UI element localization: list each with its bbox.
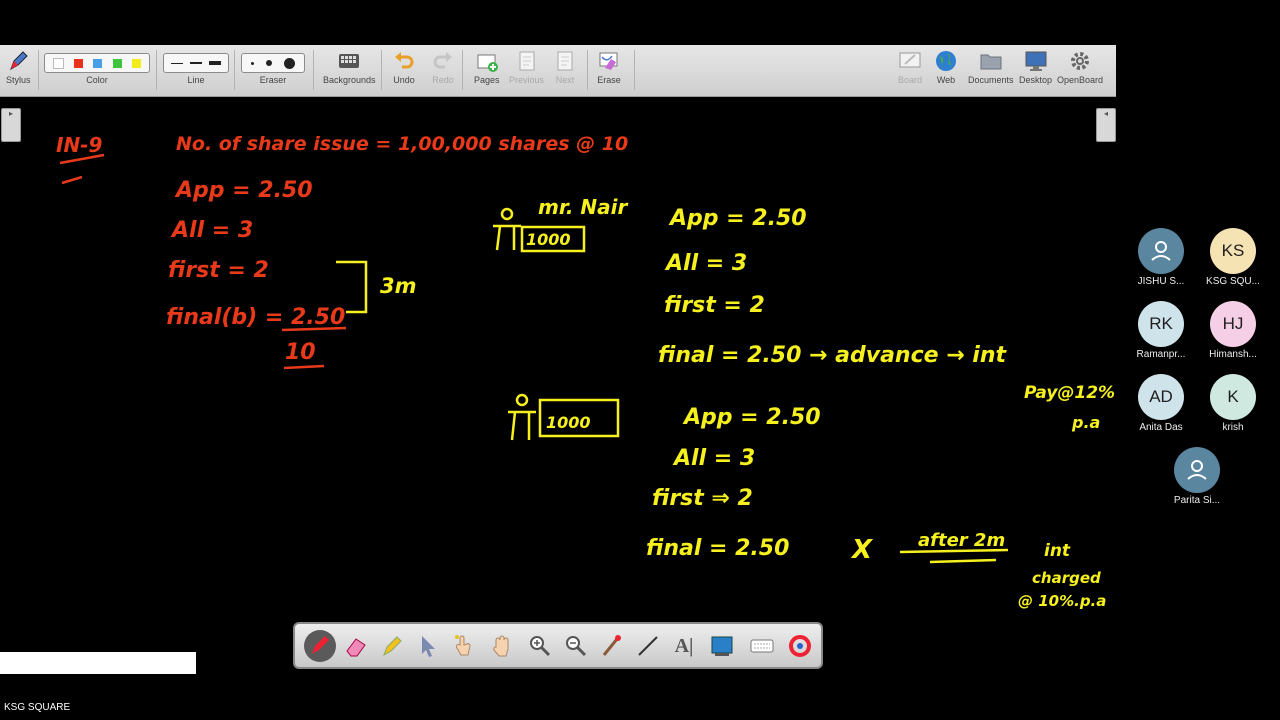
- laser-pointer-icon[interactable]: [599, 633, 625, 659]
- blank-panel: [0, 652, 196, 674]
- h2-note-rate: @ 10%.p.a: [1018, 592, 1106, 610]
- participant-name: KSG SQU...: [1206, 276, 1260, 287]
- holder2-shares: 1000: [546, 413, 591, 432]
- holder1-name: mr. Nair: [538, 195, 629, 219]
- label-underline-2: [61, 175, 83, 185]
- participant-name: JISHU S...: [1137, 276, 1185, 287]
- h1-app-line: App = 2.50: [668, 206, 807, 231]
- participant-tile[interactable]: KS KSG SQU...: [1194, 228, 1272, 287]
- avatar: KS: [1210, 228, 1256, 274]
- red-all-line: All = 3: [170, 218, 253, 243]
- red-first-line: first = 2: [168, 258, 269, 283]
- virtual-keyboard-icon[interactable]: [749, 633, 775, 659]
- participant-tile[interactable]: K krish: [1194, 374, 1272, 433]
- person-icon: [1187, 460, 1207, 480]
- openboard-logo-icon[interactable]: [787, 633, 813, 659]
- interact-hand-icon[interactable]: [451, 633, 477, 659]
- h1-all-line: All = 3: [664, 251, 747, 276]
- participant-tile[interactable]: HJ Himansh...: [1194, 301, 1272, 360]
- h2-after-note: after 2m: [918, 530, 1005, 551]
- h2-after-underline-2: [929, 558, 997, 564]
- red-total-underline: [283, 364, 325, 370]
- avatar: RK: [1138, 301, 1184, 347]
- capture-icon[interactable]: [709, 633, 735, 659]
- zoom-out-icon[interactable]: [563, 633, 589, 659]
- red-total: 10: [285, 340, 316, 365]
- line-tool-icon[interactable]: [635, 633, 661, 659]
- avatar: [1174, 447, 1220, 493]
- h1-final-line: final = 2.50 → advance → int: [658, 343, 1008, 368]
- participant-name: krish: [1222, 422, 1244, 433]
- h1-note-pa: p.a: [1071, 413, 1100, 432]
- h2-all-line: All = 3: [672, 446, 755, 471]
- avatar: K: [1210, 374, 1256, 420]
- eraser-icon[interactable]: [343, 633, 369, 659]
- text-tool-icon[interactable]: A|: [671, 633, 697, 659]
- question-label: IN-9: [56, 133, 102, 157]
- floating-toolbar: A|: [293, 622, 823, 669]
- person-icon: [1151, 241, 1171, 261]
- h2-cross-mark: X: [850, 535, 874, 565]
- h1-first-line: first = 2: [664, 293, 765, 318]
- participant-name: Himansh...: [1209, 349, 1257, 360]
- holder1-figure-head: [500, 207, 514, 221]
- participant-tile[interactable]: JISHU S...: [1122, 228, 1200, 287]
- bracket-note: 3m: [380, 274, 417, 298]
- participant-tile[interactable]: AD Anita Das: [1122, 374, 1200, 433]
- holder2-figure-body: [508, 410, 536, 441]
- red-app-line: App = 2.50: [174, 178, 313, 203]
- highlighter-icon[interactable]: [379, 633, 405, 659]
- h2-note-int: int: [1044, 541, 1071, 561]
- h1-note-rate: Pay@12%: [1024, 383, 1115, 403]
- participant-name: Ramanpr...: [1136, 349, 1186, 360]
- pen-icon[interactable]: [303, 629, 337, 663]
- footer-label: KSG SQUARE: [4, 702, 71, 713]
- pan-hand-icon[interactable]: [489, 633, 515, 659]
- zoom-in-icon[interactable]: [527, 633, 553, 659]
- avatar: HJ: [1210, 301, 1256, 347]
- pointer-arrow-icon[interactable]: [415, 633, 441, 659]
- participant-name: Parita Si...: [1173, 495, 1221, 506]
- h2-final-line: final = 2.50: [646, 536, 789, 561]
- red-final-line: final(b) = 2.50: [166, 305, 345, 330]
- h2-after-underline: [899, 548, 1009, 554]
- holder2-figure-head: [515, 393, 529, 407]
- h2-note-charged: charged: [1032, 569, 1101, 587]
- h2-first-line: first ⇒ 2: [652, 486, 753, 511]
- avatar: AD: [1138, 374, 1184, 420]
- h2-app-line: App = 2.50: [682, 405, 821, 430]
- holder1-shares: 1000: [526, 230, 571, 249]
- participant-tile[interactable]: RK Ramanpr...: [1122, 301, 1200, 360]
- holder1-figure-body: [493, 224, 521, 251]
- participant-name: Anita Das: [1139, 422, 1183, 433]
- avatar: [1138, 228, 1184, 274]
- whiteboard-canvas[interactable]: IN-9 No. of share issue = 1,00,000 share…: [0, 0, 1116, 700]
- issue-line: No. of share issue = 1,00,000 shares @ 1…: [176, 133, 628, 155]
- participant-tile[interactable]: Parita Si...: [1158, 447, 1236, 506]
